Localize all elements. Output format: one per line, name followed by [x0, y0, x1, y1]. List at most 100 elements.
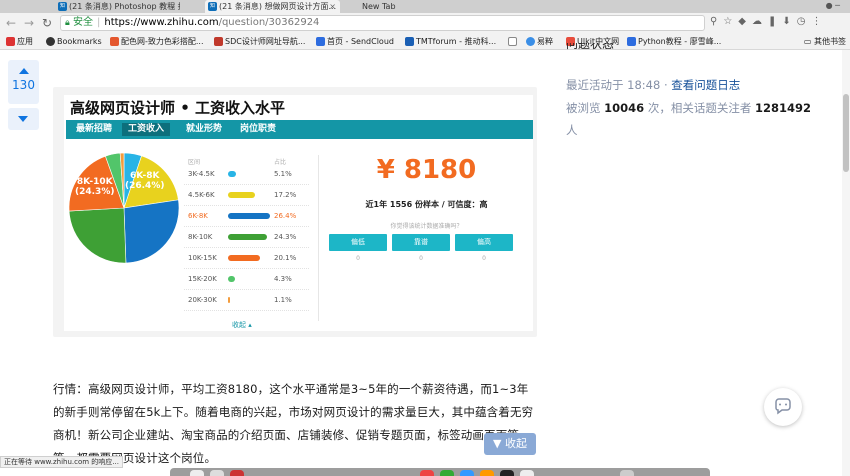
- bookmark-item[interactable]: 易粹: [526, 33, 553, 49]
- question-log-link[interactable]: 查看问题日志: [671, 78, 740, 92]
- dock-app-icon[interactable]: [480, 470, 494, 476]
- back-icon[interactable]: ←: [6, 15, 16, 31]
- pie-slice-8k-10k: [68, 207, 127, 264]
- table-row: 4.5K-6K 17.2%: [184, 186, 309, 206]
- dock-app-icon[interactable]: [440, 470, 454, 476]
- bookmark-item[interactable]: 配色网-致力色彩搭配...: [110, 33, 204, 49]
- downvote-button[interactable]: [8, 108, 39, 130]
- feedback-question: 你觉得该统计数据准确吗？: [390, 223, 463, 230]
- forward-icon[interactable]: →: [24, 15, 34, 31]
- bookmark-item[interactable]: Python教程 - 廖雪峰...: [627, 33, 721, 49]
- share-bar: [228, 297, 230, 303]
- browser-tab-active[interactable]: 知 (21 条消息) 想做网页设计方面... ×: [205, 0, 340, 13]
- dock-app-icon[interactable]: [420, 470, 434, 476]
- range-label: 4.5K-6K: [188, 191, 215, 199]
- average-salary: ¥ 8180: [376, 155, 477, 185]
- tab-salary-income: 工资收入: [122, 123, 171, 136]
- answer-paragraph: 行情：高级网页设计师，平均工资8180，这个水平通常是3~5年的一个薪资待遇，而…: [53, 382, 534, 465]
- feedback-accurate-count: 0: [419, 255, 423, 262]
- globe-icon: [526, 37, 535, 46]
- share-percent: 17.2%: [274, 191, 297, 199]
- range-label: 8K-10K: [188, 233, 213, 241]
- secure-label: 安全: [72, 17, 93, 28]
- dock-app-icon[interactable]: [210, 470, 224, 476]
- zhihu-favicon-icon: 知: [208, 2, 217, 11]
- share-percent: 24.3%: [274, 233, 297, 241]
- table-row: 6K-8K 26.4%: [184, 207, 309, 227]
- bookmark-other-folder[interactable]: ▭ 其他书签: [803, 33, 846, 49]
- range-label: 15K-20K: [188, 275, 217, 283]
- feedback-low-count: 0: [356, 255, 360, 262]
- share-bar: [228, 192, 256, 198]
- feedback-low-button: 偏低: [329, 234, 387, 251]
- macos-dock: [170, 468, 710, 476]
- table-row: 20K-30K 1.1%: [184, 291, 309, 311]
- share-bar: [228, 234, 267, 240]
- dock-app-icon[interactable]: [620, 470, 634, 476]
- pie-label-6k-8k: 6K-8K (26.4%): [125, 171, 165, 191]
- collapse-answer-button[interactable]: ▼ 收起: [484, 433, 536, 455]
- share-percent: 26.4%: [274, 212, 297, 220]
- dock-app-icon[interactable]: [230, 470, 244, 476]
- dock-app-icon[interactable]: [500, 470, 514, 476]
- feedback-accurate-button: 靠谱: [392, 234, 450, 251]
- pie-slice-6k-8k: [123, 199, 180, 264]
- pie-label-8k-10k: 8K-10K (24.3%): [75, 177, 115, 197]
- table-row: 15K-20K 4.3%: [184, 270, 309, 290]
- follower-count: 1281492: [754, 101, 811, 115]
- salary-card-image: 高级网页设计师 • 工资收入水平 最新招聘 工资收入 就业形势 岗位职责 8K-…: [53, 87, 537, 337]
- close-icon[interactable]: ×: [329, 0, 336, 13]
- range-label: 6K-8K: [188, 212, 208, 220]
- chat-bubble-icon: [775, 398, 791, 415]
- upvote-button[interactable]: 130: [8, 60, 39, 104]
- bookmarks-bar: 应用 Bookmarks 配色网-致力色彩搭配... SDC设计师网址导航...…: [0, 33, 850, 50]
- range-label: 3K-4.5K: [188, 170, 215, 178]
- arrow-down-icon: [18, 116, 28, 122]
- table-row: 10K-15K 20.1%: [184, 249, 309, 269]
- tmt-icon: [405, 37, 414, 46]
- bookmark-item[interactable]: SDC设计师网址导航...: [214, 33, 305, 49]
- view-count: 10046: [604, 101, 645, 115]
- tab-employment: 就业形势: [186, 124, 223, 134]
- share-percent: 4.3%: [274, 275, 292, 283]
- sample-info: 近1年 1556 份样本 / 可信度：高: [365, 200, 488, 209]
- bookmark-item[interactable]: Bookmarks: [46, 33, 102, 49]
- extension-icons[interactable]: ⚲☆◆☁❚⬇◷⋮: [710, 16, 827, 27]
- page-scrollbar[interactable]: [842, 50, 850, 476]
- bookmark-apps[interactable]: 应用: [6, 33, 33, 49]
- dock-app-icon[interactable]: [520, 470, 534, 476]
- scrollbar-thumb[interactable]: [843, 94, 849, 172]
- status-bar: 正在等待 www.zhihu.com 的响应...: [0, 456, 123, 468]
- sendcloud-icon: [316, 37, 325, 46]
- bookmark-item[interactable]: 首页 - SendCloud: [316, 33, 394, 49]
- share-bar: [228, 255, 260, 261]
- browser-tab[interactable]: 知 (21 条消息) Photoshop 教程 推... ×: [55, 0, 180, 13]
- share-percent: 20.1%: [274, 254, 297, 262]
- range-label: 10K-15K: [188, 254, 217, 262]
- zhihu-favicon-icon: 知: [58, 2, 67, 11]
- sdc-icon: [214, 37, 223, 46]
- close-icon[interactable]: ×: [169, 0, 176, 13]
- window-user-icon[interactable]: ● ─: [826, 1, 840, 10]
- url-host: https://www.zhihu.com: [104, 17, 219, 28]
- lock-icon: 🔒︎: [65, 18, 70, 28]
- dock-app-icon[interactable]: [460, 470, 474, 476]
- bookmark-item[interactable]: TMTforum - 推动科...: [405, 33, 496, 49]
- feedback-fab-button[interactable]: [764, 388, 802, 426]
- arrow-up-icon: [18, 68, 29, 74]
- views-line: 被浏览 10046 次，相关话题关注者 1281492: [566, 101, 811, 115]
- url-path: /question/30362924: [218, 17, 320, 28]
- python-icon: [627, 37, 636, 46]
- url-field[interactable]: 🔒︎ 安全 | https://www.zhihu.com/question/303…: [60, 15, 705, 31]
- last-active-line: 最近活动于 18:48 · 查看问题日志: [566, 78, 741, 92]
- star-icon: [46, 37, 55, 46]
- dock-app-icon[interactable]: [190, 470, 204, 476]
- pie-svg: [68, 152, 180, 264]
- share-percent: 5.1%: [274, 170, 292, 178]
- salary-pie-chart: 8K-10K (24.3%) 6K-8K (26.4%): [67, 151, 181, 265]
- browser-tab[interactable]: New Tab: [350, 0, 470, 13]
- reload-icon[interactable]: ↻: [42, 15, 52, 31]
- tab-job-duties: 岗位职责: [240, 124, 277, 134]
- feedback-high-button: 偏高: [455, 234, 513, 251]
- folder-icon: ▭: [803, 37, 814, 46]
